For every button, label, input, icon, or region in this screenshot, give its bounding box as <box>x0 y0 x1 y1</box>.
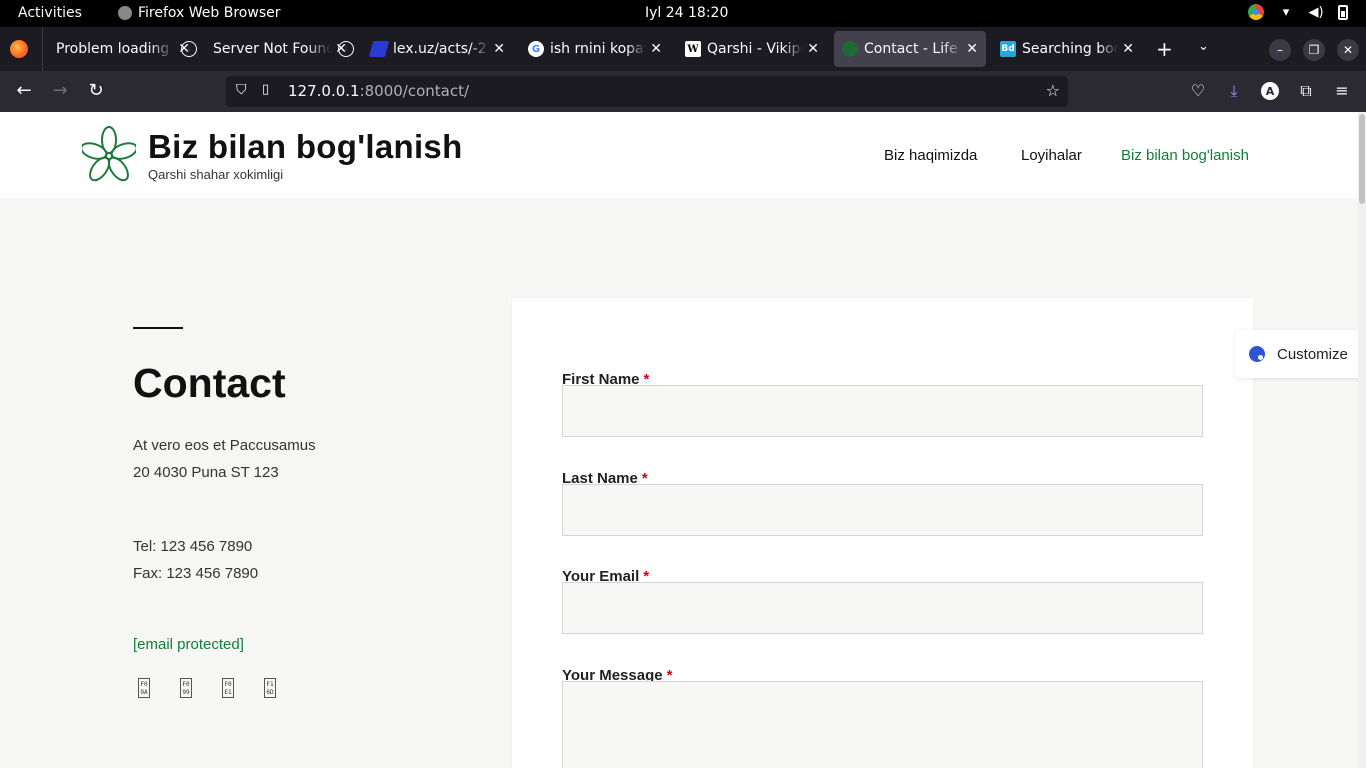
tab-label: Server Not Found <box>213 41 332 57</box>
menu-hamburger-icon[interactable]: ≡ <box>1332 81 1352 100</box>
bookmark-star-icon[interactable]: ☆ <box>1046 81 1060 100</box>
page-scrollbar[interactable] <box>1358 112 1366 768</box>
tab-problem-loading[interactable]: i Problem loading page ✕ <box>48 31 198 67</box>
leaf-icon <box>842 41 858 57</box>
tab-searching-bootstrap[interactable]: Bd Searching bootstrap ✕ <box>992 31 1142 67</box>
flower-logo-icon[interactable] <box>82 126 136 184</box>
url-host: 127.0.0.1 <box>288 82 360 100</box>
new-tab-icon[interactable]: + <box>1156 37 1173 61</box>
minimize-icon[interactable]: – <box>1269 39 1291 61</box>
shield-icon[interactable]: ⛉ <box>236 82 247 98</box>
app-menu[interactable]: Firefox Web Browser <box>118 5 281 21</box>
page-info-icon[interactable]: ▯ <box>262 82 269 97</box>
tab-label: ish rnini kopaytirish <box>550 41 646 57</box>
social-icon-1[interactable]: F0 9A <box>138 678 150 698</box>
list-all-tabs-icon[interactable]: ⌄ <box>1198 39 1209 54</box>
url-text[interactable]: 127.0.0.1:8000/contact/ <box>288 82 469 100</box>
restore-icon[interactable]: ❐ <box>1303 39 1325 61</box>
heading-rule <box>133 327 183 329</box>
tab-wikipedia[interactable]: W Qarshi - Vikipediya ✕ <box>677 31 827 67</box>
contact-form: First Name * Last Name * Your Email * Your … <box>512 298 1253 768</box>
google-icon: G <box>528 41 544 57</box>
tab-label: Problem loading page <box>56 41 174 57</box>
site-title[interactable]: Biz bilan bog'lanish <box>148 128 463 166</box>
page-title: Contact <box>133 360 286 406</box>
social-icon-3[interactable]: F0 E1 <box>222 678 234 698</box>
lex-icon <box>368 41 390 57</box>
tab-label: Searching bootstrap <box>1022 41 1119 57</box>
navigation-bar: ← → ↻ ⛉ ▯ 127.0.0.1:8000/contact/ ☆ ♡ ⤓ … <box>0 71 1366 112</box>
customize-button[interactable]: Customize <box>1235 330 1366 378</box>
tab-lex-uz[interactable]: lex.uz/acts/-21 ✕ <box>363 31 513 67</box>
close-tab-icon[interactable]: ✕ <box>807 41 819 57</box>
chrome-icon[interactable] <box>1248 4 1264 20</box>
email-field[interactable] <box>562 582 1203 634</box>
system-top-bar: Activities Firefox Web Browser Iyl 24 18… <box>0 0 1366 27</box>
info-icon: i <box>338 41 354 57</box>
close-tab-icon[interactable]: ✕ <box>650 41 662 57</box>
customize-label: Customize <box>1277 345 1348 363</box>
tab-label: lex.uz/acts/-21 <box>393 41 490 57</box>
tab-separator <box>42 27 43 71</box>
network-icon[interactable]: ▾ <box>1278 5 1294 20</box>
reload-icon[interactable]: ↻ <box>84 80 108 101</box>
bootstrap-icon: Bd <box>1000 41 1016 57</box>
firefox-app-icon <box>118 6 132 20</box>
info-icon: i <box>181 41 197 57</box>
back-arrow-icon[interactable]: ← <box>12 80 36 101</box>
wikipedia-icon: W <box>685 41 701 57</box>
extensions-icon[interactable]: ⧉ <box>1296 81 1316 101</box>
close-tab-icon[interactable]: ✕ <box>493 41 505 57</box>
tab-server-not-found[interactable]: i Server Not Found ✕ <box>205 31 355 67</box>
address-line-1: At vero eos et Paccusamus <box>133 437 316 454</box>
fax: Fax: 123 456 7890 <box>133 565 259 582</box>
close-tab-icon[interactable]: ✕ <box>1122 41 1134 57</box>
close-window-icon[interactable]: ✕ <box>1337 39 1359 61</box>
activities-button[interactable]: Activities <box>18 5 82 21</box>
clock[interactable]: Iyl 24 18:20 <box>645 5 728 21</box>
volume-icon[interactable]: ◀) <box>1308 5 1324 20</box>
menu-item-about[interactable]: Biz haqimizda <box>884 147 977 164</box>
firefox-view-icon[interactable] <box>10 40 28 58</box>
site-header: Biz bilan bog'lanish Qarshi shahar xokim… <box>0 112 1358 198</box>
site-subtitle: Qarshi shahar xokimligi <box>148 167 284 182</box>
palette-icon <box>1249 346 1265 362</box>
last-name-field[interactable] <box>562 484 1203 536</box>
scrollbar-thumb[interactable] <box>1359 114 1365 204</box>
tab-strip: i Problem loading page ✕ i Server Not Fo… <box>0 27 1366 71</box>
battery-icon[interactable] <box>1338 4 1348 20</box>
system-tray[interactable]: ▾ ◀) <box>1248 4 1348 20</box>
address-line-2: 20 4030 Puna ST 123 <box>133 464 279 481</box>
forward-arrow-icon[interactable]: → <box>48 80 72 101</box>
email-link[interactable]: [email protected] <box>133 636 244 653</box>
downloads-icon[interactable]: ⤓ <box>1224 81 1244 101</box>
menu-item-contact[interactable]: Biz bilan bog'lanish <box>1121 147 1249 164</box>
telephone: Tel: 123 456 7890 <box>133 538 253 555</box>
first-name-field[interactable] <box>562 385 1203 437</box>
message-field[interactable] <box>562 681 1203 768</box>
web-page: Biz bilan bog'lanish Qarshi shahar xokim… <box>0 112 1366 768</box>
url-path: :8000/contact/ <box>359 82 470 100</box>
app-name: Firefox Web Browser <box>138 5 281 21</box>
url-bar[interactable]: ⛉ ▯ 127.0.0.1:8000/contact/ ☆ <box>226 76 1068 107</box>
account-avatar-icon[interactable]: A <box>1261 82 1279 100</box>
social-icon-2[interactable]: F0 99 <box>180 678 192 698</box>
tab-google-search[interactable]: G ish rnini kopaytirish ✕ <box>520 31 670 67</box>
tab-label: Qarshi - Vikipediya <box>707 41 803 57</box>
tab-contact-active[interactable]: Contact - Life Coach ✕ <box>834 31 986 67</box>
tab-label: Contact - Life Coach <box>864 41 962 57</box>
pocket-icon[interactable]: ♡ <box>1188 81 1208 100</box>
social-icon-4[interactable]: F1 6D <box>264 678 276 698</box>
close-tab-icon[interactable]: ✕ <box>966 41 978 57</box>
menu-item-projects[interactable]: Loyihalar <box>1021 147 1082 164</box>
